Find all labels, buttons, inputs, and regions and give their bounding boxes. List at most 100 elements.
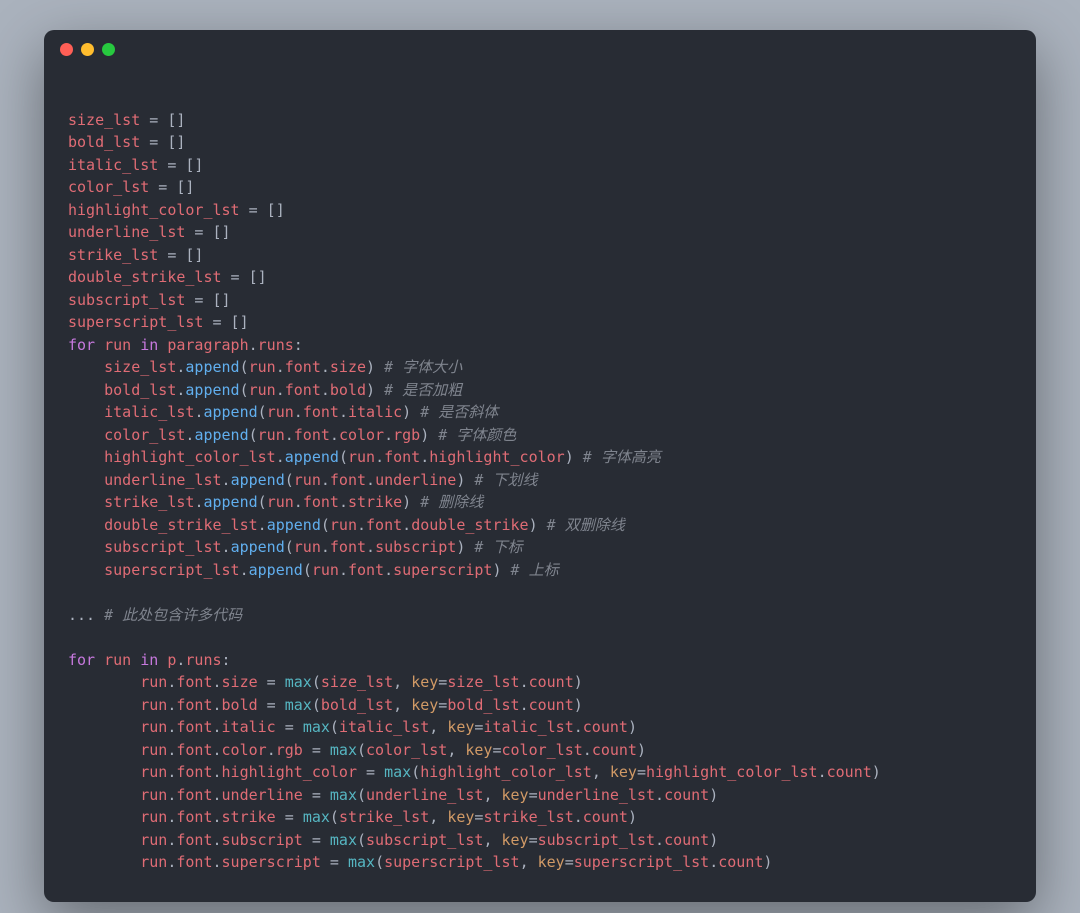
code-token: . bbox=[574, 808, 583, 826]
code-token: count bbox=[529, 673, 574, 691]
code-token: ) bbox=[420, 426, 438, 444]
code-token: . bbox=[339, 493, 348, 511]
code-line: underline_lst = [] bbox=[68, 221, 1012, 244]
code-token: , bbox=[447, 741, 465, 759]
code-token: ( bbox=[285, 538, 294, 556]
code-token: = bbox=[276, 718, 303, 736]
code-token: # 字体大小 bbox=[384, 358, 462, 376]
code-token: bold bbox=[222, 696, 258, 714]
code-token: ) bbox=[402, 493, 420, 511]
code-line: italic_lst.append(run.font.italic) # 是否斜… bbox=[68, 401, 1012, 424]
code-token: font bbox=[176, 696, 212, 714]
code-line: run.font.color.rgb = max(color_lst, key=… bbox=[68, 739, 1012, 762]
code-token: superscript_lst bbox=[574, 853, 709, 871]
code-token: . bbox=[655, 786, 664, 804]
code-token: italic bbox=[348, 403, 402, 421]
code-token: . bbox=[222, 538, 231, 556]
code-token: . bbox=[213, 786, 222, 804]
code-line: strike_lst.append(run.font.strike) # 删除线 bbox=[68, 491, 1012, 514]
code-token: append bbox=[185, 358, 239, 376]
code-token: key bbox=[465, 741, 492, 759]
code-token: run bbox=[267, 403, 294, 421]
code-token: , bbox=[393, 696, 411, 714]
code-token: underline_lst bbox=[366, 786, 483, 804]
code-line: highlight_color_lst = [] bbox=[68, 199, 1012, 222]
minimize-icon[interactable] bbox=[81, 43, 94, 56]
code-token: = [] bbox=[222, 268, 267, 286]
code-token: double_strike bbox=[411, 516, 528, 534]
code-token: run bbox=[140, 831, 167, 849]
code-token: size bbox=[222, 673, 258, 691]
code-token: run bbox=[249, 358, 276, 376]
code-token: = [] bbox=[149, 178, 194, 196]
code-token: . bbox=[420, 448, 429, 466]
code-line: bold_lst.append(run.font.bold) # 是否加粗 bbox=[68, 379, 1012, 402]
code-token: font bbox=[176, 763, 212, 781]
code-token: double_strike_lst bbox=[68, 268, 222, 286]
code-token: = bbox=[492, 741, 501, 759]
code-token: . bbox=[520, 673, 529, 691]
maximize-icon[interactable] bbox=[102, 43, 115, 56]
code-line: color_lst = [] bbox=[68, 176, 1012, 199]
code-token: superscript bbox=[393, 561, 492, 579]
code-token: subscript_lst bbox=[68, 291, 185, 309]
code-token: . bbox=[240, 561, 249, 579]
code-token bbox=[68, 493, 104, 511]
code-token: . bbox=[321, 381, 330, 399]
code-token: . bbox=[583, 741, 592, 759]
code-token: font bbox=[366, 516, 402, 534]
code-line: run.font.subscript = max(subscript_lst, … bbox=[68, 829, 1012, 852]
code-token: font bbox=[330, 538, 366, 556]
code-token bbox=[68, 718, 140, 736]
code-token bbox=[68, 763, 140, 781]
code-token: . bbox=[375, 448, 384, 466]
code-token: key bbox=[610, 763, 637, 781]
code-token: paragraph bbox=[167, 336, 248, 354]
code-token: font bbox=[384, 448, 420, 466]
code-line: double_strike_lst = [] bbox=[68, 266, 1012, 289]
code-token: ) bbox=[872, 763, 881, 781]
code-token: subscript_lst bbox=[104, 538, 221, 556]
code-token: = bbox=[529, 786, 538, 804]
close-icon[interactable] bbox=[60, 43, 73, 56]
code-token: in bbox=[140, 651, 158, 669]
code-token: append bbox=[185, 381, 239, 399]
code-token: rgb bbox=[393, 426, 420, 444]
code-token: run bbox=[140, 808, 167, 826]
code-token: run bbox=[294, 471, 321, 489]
code-token: = bbox=[438, 673, 447, 691]
code-token: = [] bbox=[140, 133, 185, 151]
code-token: font bbox=[303, 403, 339, 421]
code-token: = [] bbox=[158, 246, 203, 264]
code-token: ( bbox=[240, 381, 249, 399]
code-token: ( bbox=[357, 786, 366, 804]
code-line: highlight_color_lst.append(run.font.high… bbox=[68, 446, 1012, 469]
code-token: = bbox=[303, 831, 330, 849]
code-token bbox=[68, 831, 140, 849]
code-token: . bbox=[276, 448, 285, 466]
code-token: append bbox=[285, 448, 339, 466]
code-token: subscript_lst bbox=[366, 831, 483, 849]
code-token: subscript_lst bbox=[538, 831, 655, 849]
code-token: . bbox=[294, 493, 303, 511]
code-token: max bbox=[285, 673, 312, 691]
code-token: = [] bbox=[140, 111, 185, 129]
code-token: , bbox=[520, 853, 538, 871]
code-token: . bbox=[276, 381, 285, 399]
code-token: strike_lst bbox=[483, 808, 573, 826]
code-line bbox=[68, 86, 1012, 109]
code-token: font bbox=[176, 853, 212, 871]
code-token: highlight_color bbox=[222, 763, 357, 781]
code-token: . bbox=[258, 516, 267, 534]
code-token: size_lst bbox=[447, 673, 519, 691]
code-token: run bbox=[312, 561, 339, 579]
code-token: . bbox=[249, 336, 258, 354]
code-token: key bbox=[447, 718, 474, 736]
code-token: = bbox=[258, 673, 285, 691]
code-token: . bbox=[818, 763, 827, 781]
code-token: # 是否斜体 bbox=[420, 403, 498, 421]
code-token: font bbox=[294, 426, 330, 444]
code-token: italic_lst bbox=[104, 403, 194, 421]
code-token: = bbox=[438, 696, 447, 714]
code-token: append bbox=[194, 426, 248, 444]
